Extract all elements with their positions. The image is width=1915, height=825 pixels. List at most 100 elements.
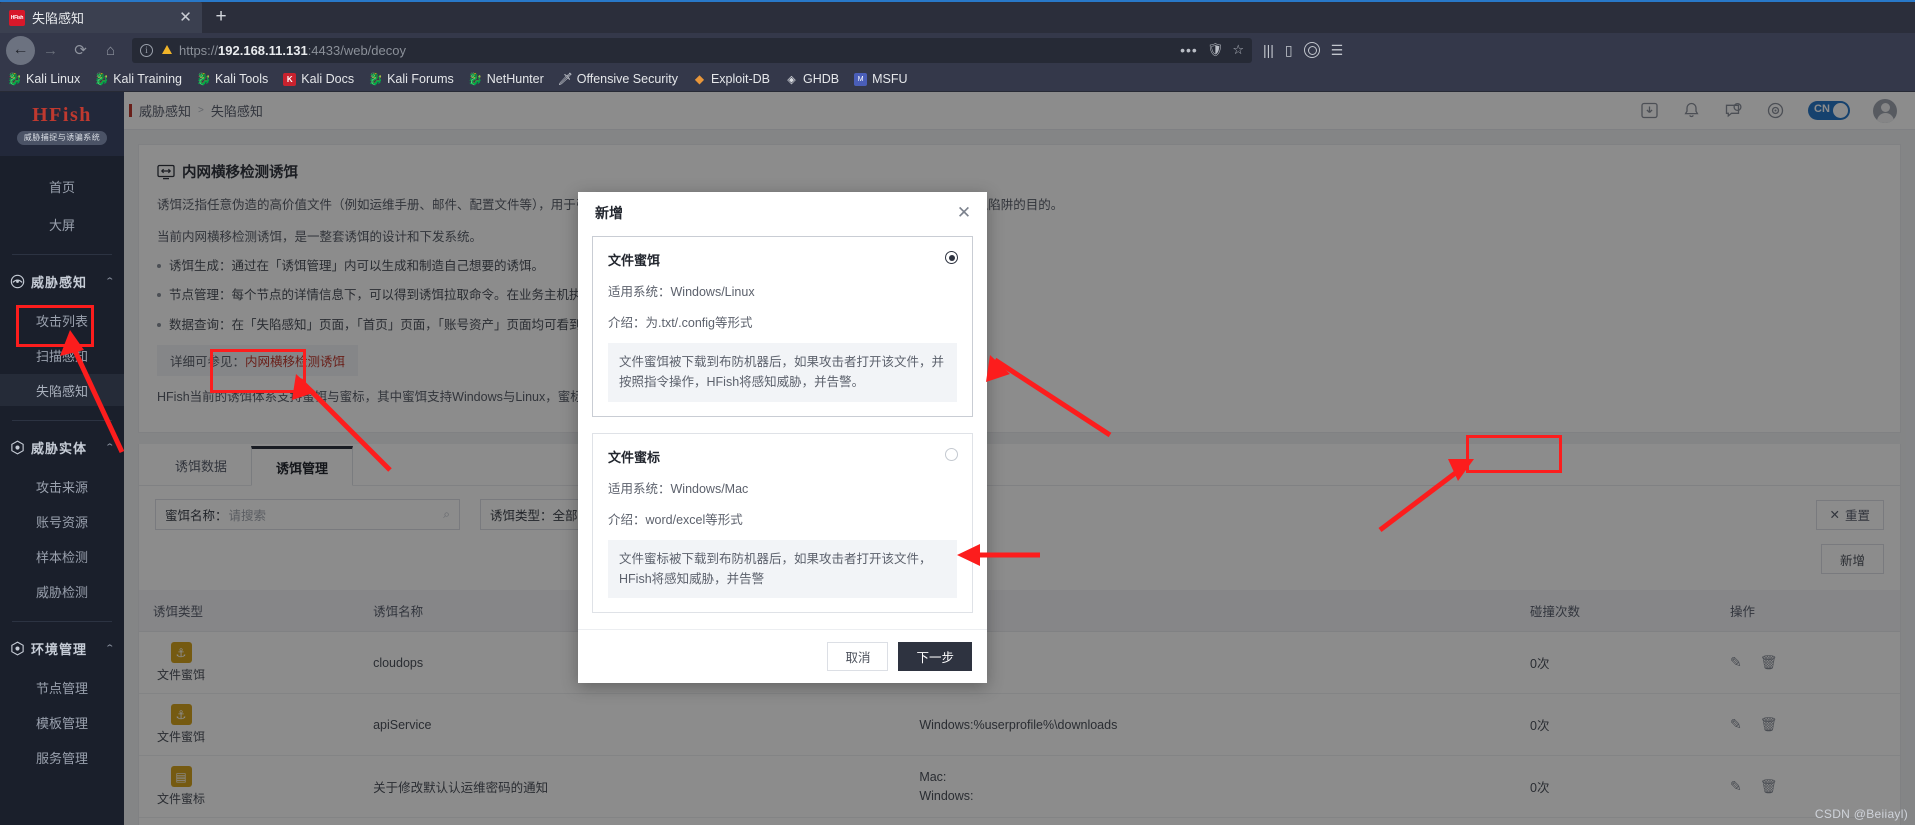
bookmark-item[interactable]: 🐉 Kali Tools [196, 72, 269, 86]
hfish-favicon-icon: HFish [9, 9, 25, 26]
sidebar-group-threat-entity[interactable]: 威胁实体 ⌃ [0, 427, 124, 467]
option-title: 文件蜜饵 [608, 253, 661, 268]
sidebar-item-threat-detection[interactable]: 威胁检测 [0, 575, 124, 607]
bookmark-item[interactable]: K Kali Docs [283, 72, 354, 86]
sidebar-item-attack-list[interactable]: 攻击列表 [0, 304, 124, 336]
url-path: :4433/web/decoy [307, 42, 406, 58]
navigation-toolbar: ← → ⟳ ⌂ i https://192.168.11.131:4433/we… [0, 33, 1915, 67]
sidebar-group-environment[interactable]: 环境管理 ⌃ [0, 628, 124, 668]
dragon-icon: 🐉 [7, 72, 22, 86]
sidebar-item-sample-detection[interactable]: 样本检测 [0, 540, 124, 572]
hamburger-menu-icon[interactable]: ☰ [1331, 42, 1344, 59]
bookmark-label: Kali Docs [301, 72, 355, 86]
option-card-file-bait[interactable]: 文件蜜饵 适用系统：Windows/Linux 介绍：为.txt/.config… [592, 236, 973, 417]
sidebar-divider [12, 254, 112, 255]
modal-footer: 取消 下一步 [578, 629, 987, 683]
bookmark-star-icon[interactable]: ☆ [1232, 42, 1244, 58]
dragon-icon: 🐉 [368, 72, 384, 86]
bookmark-item[interactable]: 🐉 Kali Forums [368, 72, 454, 86]
new-tab-button[interactable]: + [206, 2, 236, 32]
sidebar: HFish 威胁捕捉与诱骗系统 首页 大屏 威胁感知 ⌃ 攻击列表 扫描感知 失… [0, 92, 124, 825]
sidebar-item-scan-awareness[interactable]: 扫描感知 [0, 339, 124, 371]
bookmark-item[interactable]: 🐉 NetHunter [467, 72, 544, 86]
sidebar-group-label: 威胁实体 [31, 440, 88, 456]
bookmark-item[interactable]: ◆ Exploit-DB [693, 72, 770, 86]
radar-icon [10, 274, 25, 289]
library-icon[interactable]: ||| [1263, 42, 1274, 58]
option-system-line: 适用系统：Windows/Mac [608, 481, 749, 496]
sidebar-item-service-management[interactable]: 服务管理 [0, 741, 124, 773]
toolbar-right-group: ||| ▯ ☰ [1263, 42, 1347, 59]
bookmark-label: Kali Training [113, 72, 182, 86]
sidebar-group-label: 威胁感知 [31, 274, 88, 290]
bookmark-label: NetHunter [486, 72, 544, 86]
option-intro-line: 介绍：为.txt/.config等形式 [608, 316, 753, 330]
bookmark-label: Kali Forums [387, 72, 454, 86]
bookmark-label: GHDB [803, 72, 840, 86]
modal-overlay[interactable] [124, 92, 1915, 825]
sidebar-divider [12, 420, 112, 421]
url-host: 192.168.11.131 [218, 42, 308, 58]
sidebar-item-dashboard[interactable]: 大屏 [0, 208, 124, 240]
chevron-up-icon[interactable]: ⌃ [105, 643, 116, 654]
url-scheme: https:// [179, 42, 219, 58]
close-icon[interactable]: ✕ [177, 9, 194, 26]
radio-file-bait[interactable] [945, 251, 958, 264]
sidebar-item-attack-source[interactable]: 攻击来源 [0, 470, 124, 502]
sidebar-item-node-management[interactable]: 节点管理 [0, 671, 124, 703]
bookmark-item[interactable]: 🐉 Kali Linux [7, 72, 81, 86]
bookmark-label: Kali Tools [215, 72, 269, 86]
sidebar-group-threat-awareness[interactable]: 威胁感知 ⌃ [0, 261, 124, 301]
forward-icon[interactable]: → [36, 36, 65, 65]
sidebar-toggle-icon[interactable]: ▯ [1285, 42, 1293, 59]
url-text: https://192.168.11.131:4433/web/decoy [179, 43, 406, 58]
reload-icon[interactable]: ⟳ [66, 36, 95, 65]
kali-docs-icon: K [283, 72, 297, 86]
hexagon-icon [10, 439, 25, 455]
option-intro-line: 介绍：word/excel等形式 [608, 512, 743, 527]
msfu-icon: M [854, 72, 868, 86]
sidebar-item-home[interactable]: 首页 [0, 170, 124, 202]
ghdb-icon: ◈ [787, 73, 796, 86]
url-bar[interactable]: i https://192.168.11.131:4433/web/decoy … [132, 37, 1252, 63]
brand-block: HFish 威胁捕捉与诱骗系统 [0, 92, 124, 156]
home-icon[interactable]: ⌂ [96, 36, 125, 65]
option-system-line: 适用系统：Windows/Linux [608, 285, 755, 299]
site-info-icon[interactable]: i [140, 43, 153, 57]
bookmark-item[interactable]: ◈ GHDB [785, 72, 839, 86]
bookmark-item[interactable]: M MSFU [854, 72, 908, 86]
bookmark-label: Kali Linux [26, 72, 81, 86]
insecure-lock-icon[interactable] [159, 43, 173, 57]
bookmark-label: MSFU [872, 72, 908, 86]
chevron-up-icon[interactable]: ⌃ [105, 276, 116, 287]
modal-header: 新增 ✕ [578, 192, 987, 234]
option-title: 文件蜜标 [608, 449, 661, 465]
next-step-button[interactable]: 下一步 [898, 642, 972, 671]
tracking-shield-icon[interactable]: 🛡 [1207, 42, 1224, 58]
bookmark-item[interactable]: 🗡 Offensive Security [557, 72, 678, 86]
sidebar-item-account-resource[interactable]: 账号资源 [0, 505, 124, 537]
sidebar-item-compromise-awareness[interactable]: 失陷感知 [0, 374, 124, 406]
watermark: CSDN @Beiiayl) [1814, 807, 1908, 821]
sidebar-item-template-management[interactable]: 模板管理 [0, 706, 124, 738]
offensive-security-icon: 🗡 [557, 72, 573, 86]
account-icon[interactable] [1303, 42, 1320, 58]
page-actions-icon[interactable]: ••• [1180, 42, 1198, 58]
exploit-db-icon: ◆ [694, 72, 705, 86]
dragon-icon: 🐉 [196, 72, 211, 86]
dragon-icon: 🐉 [467, 72, 483, 86]
close-icon[interactable]: ✕ [955, 204, 973, 222]
back-icon[interactable]: ← [6, 35, 35, 65]
chevron-up-icon[interactable]: ⌃ [105, 442, 116, 453]
bookmark-label: Exploit-DB [710, 72, 770, 86]
radio-file-token[interactable] [945, 447, 958, 461]
bookmark-label: Offensive Security [576, 72, 678, 86]
dragon-icon: 🐉 [94, 72, 110, 86]
browser-window: HFish 失陷感知 ✕ + ← → ⟳ ⌂ i https://192.168… [0, 0, 1915, 825]
cancel-button[interactable]: 取消 [827, 642, 889, 671]
content-area: 威胁感知 > 失陷感知 CN 内网横移检测诱饵 当前内网横移检测诱饵，是一整套诱… [124, 92, 1915, 825]
browser-tab[interactable]: HFish 失陷感知 ✕ [0, 2, 202, 33]
option-card-file-token[interactable]: 文件蜜标 适用系统：Windows/Mac 介绍：word/excel等形式 文… [592, 432, 973, 613]
bookmark-item[interactable]: 🐉 Kali Training [94, 72, 182, 86]
modal-title: 新增 [595, 205, 623, 221]
